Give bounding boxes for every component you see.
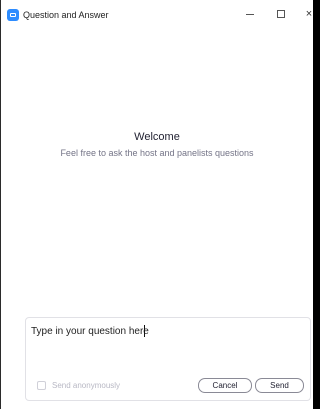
- question-input[interactable]: [31, 323, 301, 339]
- close-button[interactable]: ×: [298, 6, 313, 22]
- qa-window: Question and Answer × Welcome Feel free …: [0, 0, 313, 409]
- question-compose-box: Send anonymously Cancel Send: [25, 317, 311, 401]
- maximize-button[interactable]: [270, 6, 292, 22]
- anonymous-checkbox[interactable]: [37, 381, 46, 390]
- welcome-heading: Welcome: [134, 131, 180, 143]
- text-cursor: [144, 325, 145, 337]
- zoom-app-icon: [7, 9, 19, 21]
- welcome-subtitle: Feel free to ask the host and panelists …: [60, 148, 254, 158]
- maximize-icon: [277, 10, 285, 18]
- close-icon: ×: [305, 8, 313, 20]
- anonymous-label: Send anonymously: [52, 381, 121, 390]
- minimize-button[interactable]: [239, 6, 261, 22]
- minimize-icon: [246, 14, 254, 15]
- title-bar[interactable]: Question and Answer ×: [1, 0, 313, 30]
- window-title: Question and Answer: [23, 10, 109, 20]
- cancel-button[interactable]: Cancel: [198, 378, 252, 393]
- send-button[interactable]: Send: [255, 378, 304, 393]
